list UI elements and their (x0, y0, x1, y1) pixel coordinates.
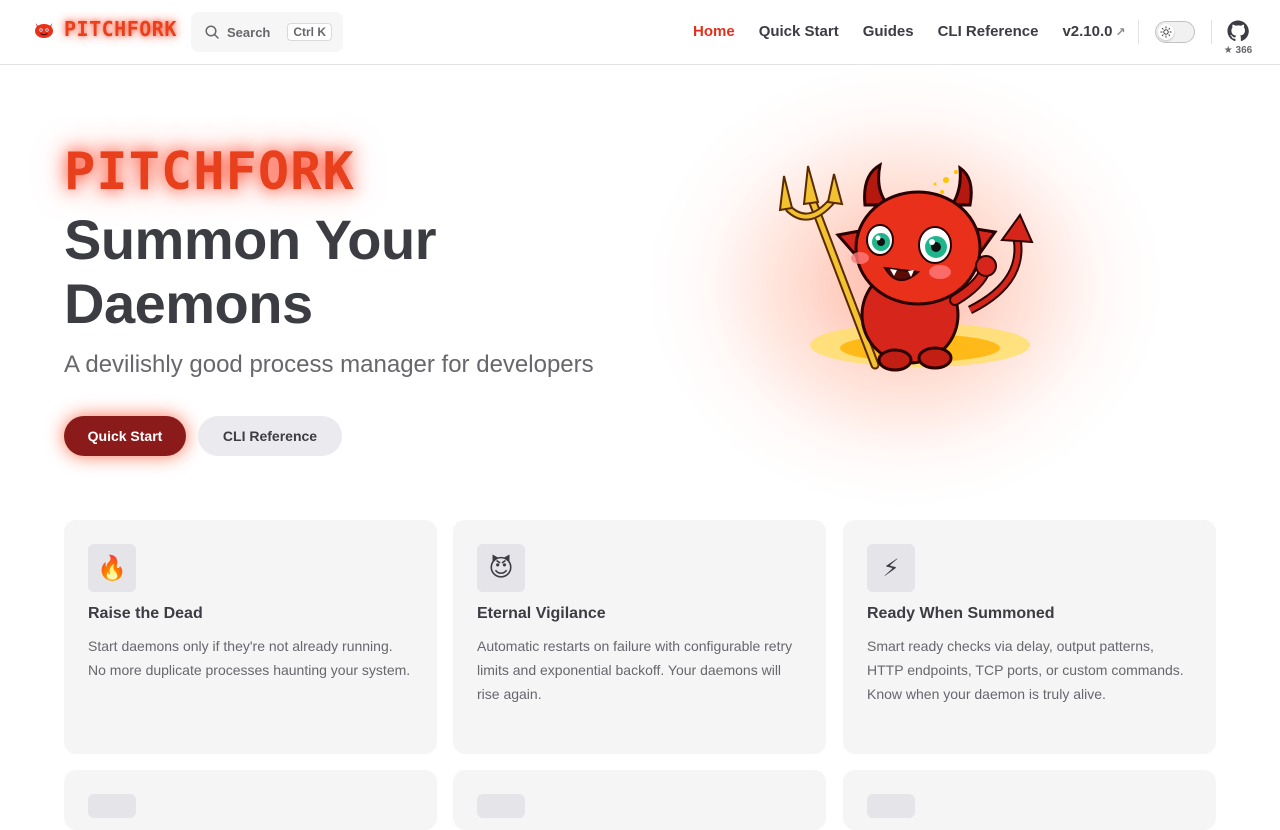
feature-description: Automatic restarts on failure with confi… (477, 638, 793, 702)
nav-item-quick-start[interactable]: Quick Start (759, 21, 839, 43)
feature-card-raise-the-dead: 🔥 Raise the Dead Start daemons only if t… (64, 520, 437, 754)
primary-nav: Home Quick Start Guides CLI Reference v2… (693, 21, 1150, 43)
external-link-icon: ↗ (1115, 25, 1126, 39)
version-label: v2.10.0 (1062, 23, 1113, 40)
hero-title: Summon Your Daemons (64, 208, 437, 335)
search-icon (205, 25, 219, 39)
theme-toggle[interactable] (1155, 21, 1195, 43)
github-star-count: ★ 366 (1223, 45, 1253, 56)
feature-description: Smart ready checks via delay, output pat… (867, 638, 1184, 702)
brand-name: PITCHFORK (64, 17, 177, 41)
nav-divider (1211, 20, 1212, 44)
feature-icon-placeholder (867, 794, 915, 818)
sun-icon (1158, 24, 1174, 40)
hero-tagline: A devilishly good process manager for de… (64, 351, 594, 378)
nav-divider (1138, 20, 1139, 44)
feature-title: Eternal Vigilance (477, 605, 606, 622)
feature-card-partial (453, 770, 826, 830)
nav-item-cli-reference[interactable]: CLI Reference (938, 21, 1039, 43)
feature-icon-placeholder (477, 794, 525, 818)
feature-title: Ready When Summoned (867, 605, 1055, 622)
search-button[interactable]: Search Ctrl K (191, 12, 343, 52)
smiling-devil-icon: 😈 (477, 544, 525, 592)
feature-icon-placeholder (88, 794, 136, 818)
feature-title: Raise the Dead (88, 605, 203, 622)
devil-logo-icon (35, 23, 53, 38)
feature-description: Start daemons only if they're not alread… (88, 638, 411, 678)
brand-home-link[interactable]: PITCHFORK (32, 17, 177, 41)
feature-card-ready-when-summoned: ⚡ Ready When Summoned Smart ready checks… (843, 520, 1216, 754)
devil-mascot-illustration (778, 162, 1034, 372)
lightning-icon: ⚡ (867, 544, 915, 592)
quick-start-button[interactable]: Quick Start (64, 416, 186, 456)
search-shortcut-badge: Ctrl K (287, 23, 332, 41)
feature-card-eternal-vigilance: 😈 Eternal Vigilance Automatic restarts o… (453, 520, 826, 754)
fire-icon: 🔥 (88, 544, 136, 592)
nav-item-guides[interactable]: Guides (863, 21, 914, 43)
top-navbar: PITCHFORK Search Ctrl K Home Quick Start… (0, 0, 1280, 65)
search-label: Search (227, 24, 271, 40)
feature-card-partial (64, 770, 437, 830)
github-link[interactable]: ★ 366 (1222, 20, 1254, 56)
cli-reference-button[interactable]: CLI Reference (198, 416, 342, 456)
nav-item-home[interactable]: Home (693, 21, 735, 43)
github-icon (1227, 20, 1249, 42)
hero-brand-name: PITCHFORK (64, 142, 355, 202)
nav-item-version[interactable]: v2.10.0 ↗ (1062, 21, 1125, 43)
feature-card-partial (843, 770, 1216, 830)
